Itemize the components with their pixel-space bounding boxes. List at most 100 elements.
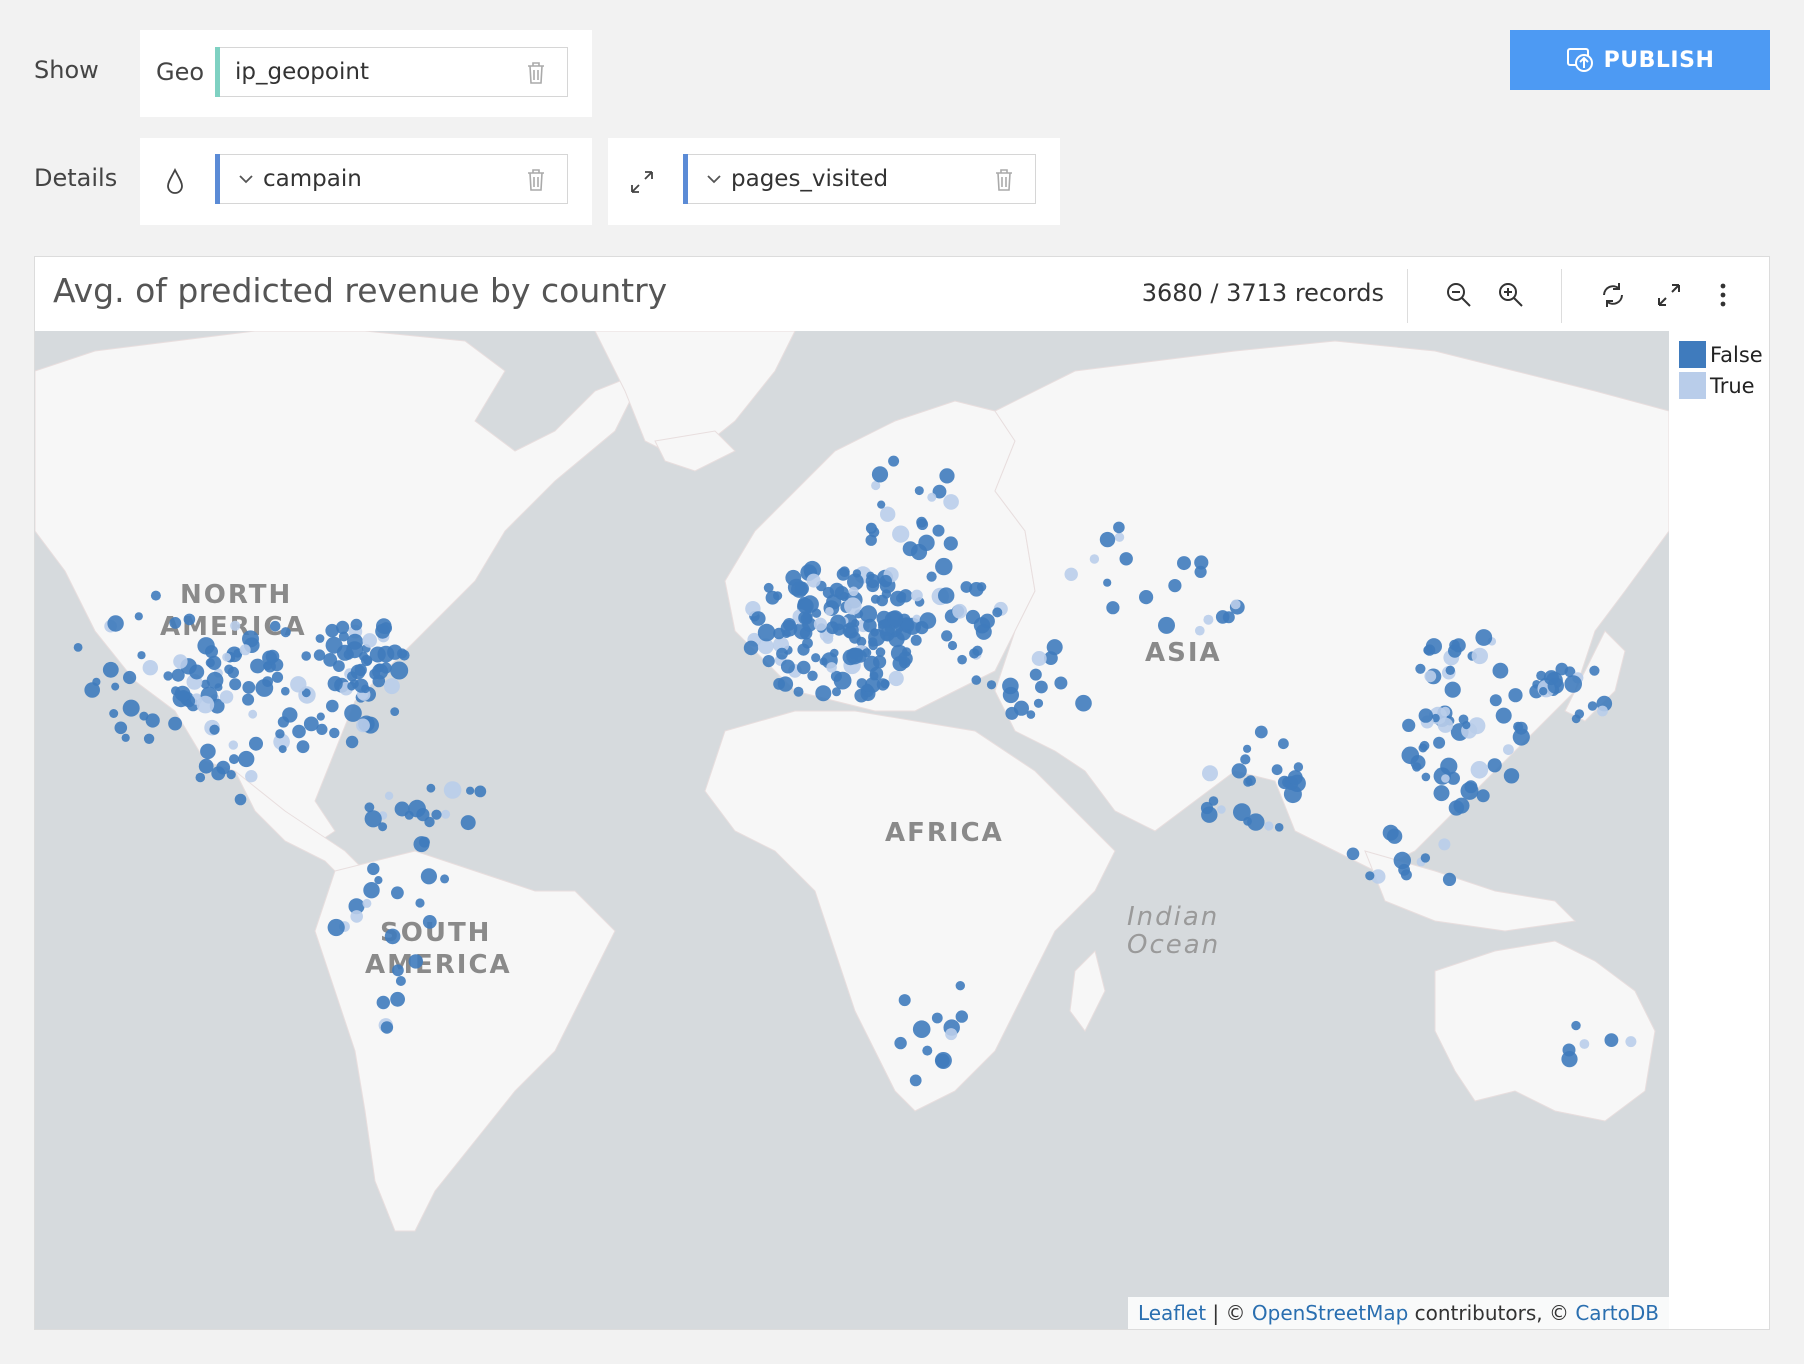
map-point[interactable] <box>1046 639 1063 656</box>
map-point[interactable] <box>1471 647 1489 665</box>
map-point[interactable] <box>848 586 859 597</box>
map-point[interactable] <box>344 704 362 722</box>
map-point[interactable] <box>815 685 832 702</box>
map-point[interactable] <box>163 671 173 681</box>
map-point[interactable] <box>384 928 401 945</box>
map-point[interactable] <box>1440 757 1458 775</box>
map-point[interactable] <box>1075 694 1092 712</box>
map-point[interactable] <box>943 494 959 510</box>
map-point[interactable] <box>1245 775 1256 786</box>
map-point[interactable] <box>1415 663 1426 674</box>
map-point[interactable] <box>169 617 182 629</box>
map-point[interactable] <box>894 1036 907 1050</box>
map-point[interactable] <box>877 500 886 509</box>
map-point[interactable] <box>1158 616 1175 634</box>
map-point[interactable] <box>1423 645 1433 655</box>
map-point[interactable] <box>1604 1033 1619 1047</box>
map-point[interactable] <box>846 647 863 665</box>
map-point[interactable] <box>346 641 364 659</box>
map-point[interactable] <box>391 886 404 900</box>
map-point[interactable] <box>250 658 265 674</box>
map-point[interactable] <box>134 612 143 621</box>
map-point[interactable] <box>327 918 345 937</box>
map-point[interactable] <box>1587 701 1598 711</box>
map-point[interactable] <box>1031 651 1047 666</box>
map-point[interactable] <box>356 718 370 733</box>
publish-button[interactable]: PUBLISH <box>1510 30 1770 90</box>
map-point[interactable] <box>168 716 183 731</box>
map-point[interactable] <box>415 898 425 908</box>
map-point[interactable] <box>902 647 912 657</box>
map-point[interactable] <box>813 617 828 631</box>
map-point[interactable] <box>1487 758 1502 773</box>
map-point[interactable] <box>773 591 783 601</box>
map-point[interactable] <box>345 735 359 749</box>
map-point[interactable] <box>888 670 904 687</box>
trash-icon[interactable] <box>525 60 547 86</box>
map-point[interactable] <box>325 636 343 654</box>
map-point[interactable] <box>955 981 965 991</box>
map-point[interactable] <box>1433 736 1446 749</box>
map-point[interactable] <box>839 566 850 577</box>
color-field[interactable]: campain <box>215 154 568 204</box>
map-point[interactable] <box>390 661 409 680</box>
map-point[interactable] <box>1418 708 1434 723</box>
map-point[interactable] <box>1231 763 1247 779</box>
map-point[interactable] <box>399 650 410 661</box>
map-point[interactable] <box>1106 601 1120 615</box>
map-point[interactable] <box>367 862 380 876</box>
map-point[interactable] <box>228 740 238 750</box>
map-point[interactable] <box>143 733 155 744</box>
map-point[interactable] <box>242 681 256 694</box>
map-point[interactable] <box>230 620 241 631</box>
map-point[interactable] <box>811 608 822 618</box>
map-point[interactable] <box>863 683 872 692</box>
map-point[interactable] <box>466 786 475 795</box>
map-point[interactable] <box>292 724 306 739</box>
map-point[interactable] <box>1438 838 1451 851</box>
map-point[interactable] <box>1503 768 1520 784</box>
map-point[interactable] <box>441 809 451 819</box>
map-point[interactable] <box>1419 740 1430 751</box>
map-point[interactable] <box>1168 579 1182 593</box>
map-point[interactable] <box>109 709 119 718</box>
map-point[interactable] <box>1462 721 1471 730</box>
map-point[interactable] <box>362 898 372 908</box>
map-point[interactable] <box>384 791 394 800</box>
map-point[interactable] <box>899 589 913 603</box>
map-point[interactable] <box>333 660 345 672</box>
map-point[interactable] <box>935 1053 950 1068</box>
map-point[interactable] <box>362 633 378 648</box>
map-point[interactable] <box>395 976 406 986</box>
map-point[interactable] <box>347 681 356 691</box>
map-point[interactable] <box>832 687 841 697</box>
map-point[interactable] <box>325 623 339 638</box>
zoom-in-button[interactable] <box>1493 277 1529 313</box>
map-point[interactable] <box>1119 552 1133 566</box>
map-point[interactable] <box>935 557 953 576</box>
map-point[interactable] <box>927 492 937 502</box>
map-point[interactable] <box>1445 665 1456 675</box>
map-point[interactable] <box>911 589 923 602</box>
map-point[interactable] <box>420 868 437 885</box>
map-point[interactable] <box>1539 687 1548 696</box>
map-point[interactable] <box>986 680 997 690</box>
map-point[interactable] <box>222 652 232 662</box>
map-point[interactable] <box>394 801 410 817</box>
map-point[interactable] <box>137 651 146 660</box>
map-point[interactable] <box>941 630 953 642</box>
map-point[interactable] <box>1054 676 1068 690</box>
map-point[interactable] <box>1113 521 1125 534</box>
map-point[interactable] <box>229 678 242 691</box>
map-point[interactable] <box>1400 869 1412 881</box>
map-point[interactable] <box>1476 789 1490 803</box>
map-point[interactable] <box>374 876 383 885</box>
map-point[interactable] <box>939 468 955 484</box>
map-point[interactable] <box>271 671 284 683</box>
map-point[interactable] <box>763 582 774 593</box>
map-point[interactable] <box>912 614 921 623</box>
map-point[interactable] <box>776 647 788 660</box>
map-point[interactable] <box>865 522 877 534</box>
map-point[interactable] <box>914 486 924 496</box>
map-point[interactable] <box>922 1045 933 1056</box>
